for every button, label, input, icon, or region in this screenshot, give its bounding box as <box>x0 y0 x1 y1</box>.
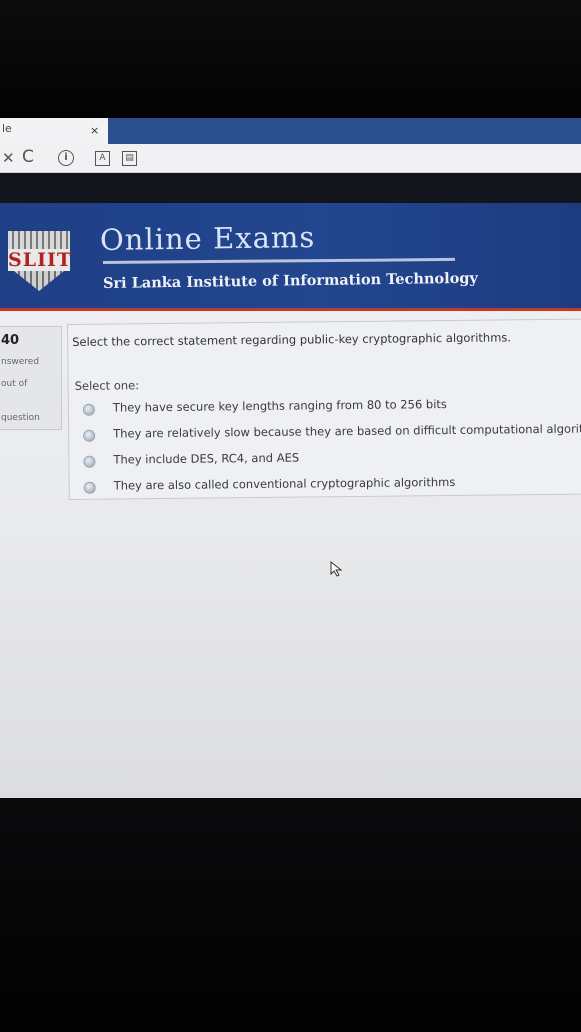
address-bar: ✕ C i A ▤ <box>0 144 581 173</box>
reload-icon[interactable]: C <box>22 147 34 167</box>
radio-button[interactable] <box>82 403 95 416</box>
radio-button[interactable] <box>83 429 96 442</box>
monitor-bezel-bottom <box>0 798 581 1032</box>
answer-option-label[interactable]: They are relatively slow because they ar… <box>113 421 581 440</box>
question-marks: out of <box>1 379 28 389</box>
tab-title: le <box>2 122 12 135</box>
stop-icon[interactable]: ✕ <box>2 149 15 167</box>
flag-question-link[interactable]: question <box>1 413 40 423</box>
select-one-label: Select one: <box>74 378 140 393</box>
quiz-content: 40 nswered out of question Select the co… <box>0 314 581 798</box>
question-panel: Select the correct statement regarding p… <box>67 318 581 500</box>
site-banner: SLIIT Online Exams Sri Lanka Institute o… <box>0 203 581 311</box>
logo-crest-bottom <box>14 271 64 291</box>
radio-button[interactable] <box>83 455 96 468</box>
question-status: nswered <box>1 357 40 367</box>
sliit-logo[interactable]: SLIIT <box>8 231 72 293</box>
browser-tab[interactable]: le × <box>0 118 108 144</box>
page-title: Online Exams <box>99 219 316 257</box>
question-number: 40 <box>1 333 20 348</box>
logo-crest-top <box>8 231 70 249</box>
extension-icon[interactable]: A <box>95 151 110 166</box>
answer-option-label[interactable]: They have secure key lengths ranging fro… <box>113 397 447 414</box>
mouse-cursor-icon <box>330 561 343 577</box>
question-info-box: 40 nswered out of question <box>0 326 62 430</box>
logo-text: SLIIT <box>8 249 72 271</box>
extension-icon[interactable]: ▤ <box>122 151 137 166</box>
radio-button[interactable] <box>83 481 96 494</box>
screen: le × ✕ C i A ▤ SLIIT Online Exams Sri La… <box>0 118 581 798</box>
institute-name: Sri Lanka Institute of Information Techn… <box>102 269 479 292</box>
answer-option-label[interactable]: They include DES, RC4, and AES <box>113 451 299 467</box>
monitor-bezel-top <box>0 0 581 118</box>
info-icon[interactable]: i <box>58 150 74 166</box>
title-divider <box>102 257 455 264</box>
tab-bar: le × <box>0 118 581 144</box>
question-text: Select the correct statement regarding p… <box>72 330 512 349</box>
close-icon[interactable]: × <box>90 124 99 137</box>
page-top-strip <box>0 173 581 203</box>
answer-option-label[interactable]: They are also called conventional crypto… <box>114 475 456 493</box>
